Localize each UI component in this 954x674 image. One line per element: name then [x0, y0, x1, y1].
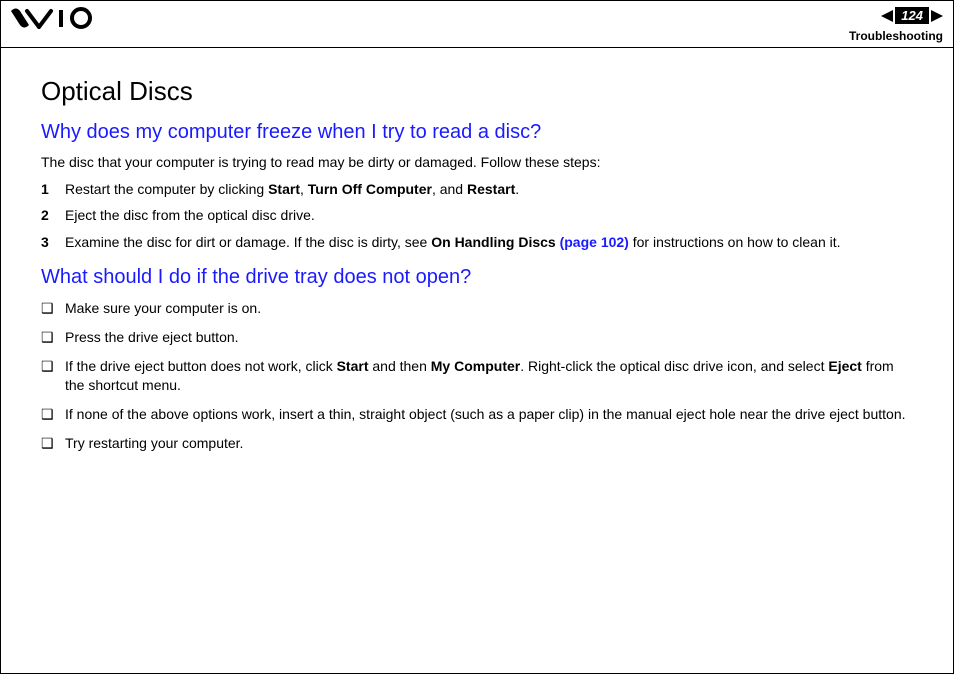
- prev-page-arrow-icon[interactable]: [881, 10, 893, 22]
- item-text: Try restarting your computer.: [65, 434, 913, 453]
- page-title: Optical Discs: [41, 76, 913, 107]
- page-nav: 124: [881, 7, 943, 24]
- list-item: Try restarting your computer.: [41, 434, 913, 453]
- page-frame: 124 Troubleshooting Optical Discs Why do…: [0, 0, 954, 674]
- list-item: If none of the above options work, inser…: [41, 405, 913, 424]
- step-item: Eject the disc from the optical disc dri…: [41, 206, 913, 225]
- item-text: If the drive eject button does not work,…: [65, 357, 913, 395]
- list-item: Make sure your computer is on.: [41, 299, 913, 318]
- page-102-link[interactable]: (page 102): [560, 234, 629, 250]
- header-right: 124 Troubleshooting: [849, 7, 943, 43]
- step-item: Examine the disc for dirt or damage. If …: [41, 233, 913, 252]
- question-2-heading: What should I do if the drive tray does …: [41, 266, 913, 289]
- next-page-arrow-icon[interactable]: [931, 10, 943, 22]
- vaio-logo: [11, 7, 111, 34]
- question-1-heading: Why does my computer freeze when I try t…: [41, 121, 913, 144]
- item-text: Press the drive eject button.: [65, 328, 913, 347]
- page-header: 124 Troubleshooting: [1, 1, 953, 48]
- question-1-steps: Restart the computer by clicking Start, …: [41, 180, 913, 253]
- question-1-intro: The disc that your computer is trying to…: [41, 154, 913, 170]
- step-text: Restart the computer by clicking Start, …: [65, 180, 913, 199]
- question-2-list: Make sure your computer is on. Press the…: [41, 299, 913, 452]
- item-text: Make sure your computer is on.: [65, 299, 913, 318]
- list-item: Press the drive eject button.: [41, 328, 913, 347]
- section-label: Troubleshooting: [849, 29, 943, 43]
- page-content: Optical Discs Why does my computer freez…: [1, 48, 953, 453]
- list-item: If the drive eject button does not work,…: [41, 357, 913, 395]
- page-number: 124: [895, 7, 929, 24]
- step-text: Eject the disc from the optical disc dri…: [65, 206, 913, 225]
- step-item: Restart the computer by clicking Start, …: [41, 180, 913, 199]
- item-text: If none of the above options work, inser…: [65, 405, 913, 424]
- step-text: Examine the disc for dirt or damage. If …: [65, 233, 913, 252]
